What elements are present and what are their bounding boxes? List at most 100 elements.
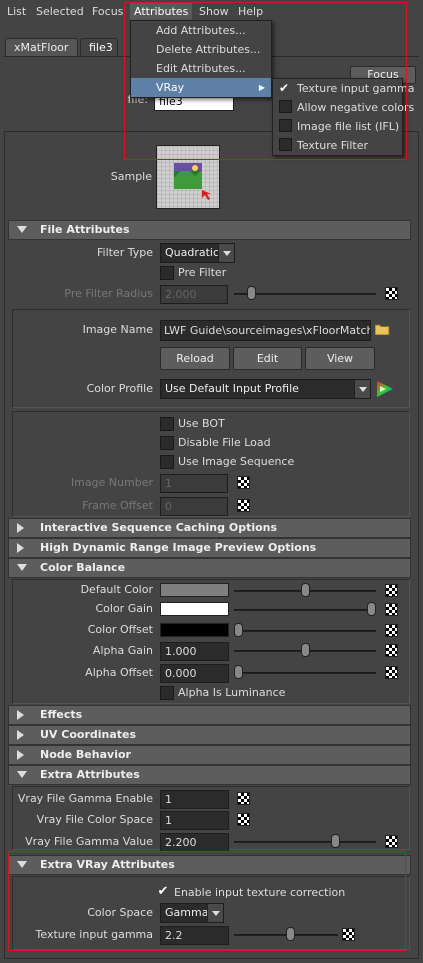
color-profile-value: Use Default Input Profile (165, 382, 299, 395)
submenu-item-image-file-list[interactable]: Image file list (IFL) (273, 117, 402, 136)
vray-file-gamma-value-slider[interactable] (234, 841, 376, 843)
enable-correction-checkbox[interactable]: ✔ (156, 885, 170, 899)
menu-item-add-attributes[interactable]: Add Attributes... (131, 21, 271, 40)
vray-file-gamma-enable-label: Vray File Gamma Enable (17, 792, 153, 805)
collapse-arrow-icon (17, 771, 27, 778)
menu-attributes[interactable]: Attributes (130, 3, 193, 20)
tab-xmatfloor[interactable]: xMatFloor (5, 38, 78, 56)
section-title: High Dynamic Range Image Preview Options (40, 541, 317, 554)
menu-item-vray[interactable]: VRay ▶ (131, 78, 271, 97)
vray-file-gamma-value-field[interactable]: 2.200 (160, 833, 229, 852)
alpha-gain-map-icon[interactable] (385, 644, 398, 657)
expand-arrow-icon (17, 730, 24, 740)
vray-file-color-space-field[interactable]: 1 (160, 811, 229, 830)
vray-file-gamma-value-slider-thumb[interactable] (331, 834, 341, 848)
pre-filter-radius-slider-thumb[interactable] (247, 286, 256, 300)
sample-image (174, 163, 211, 200)
submenu-item-texture-filter[interactable]: Texture Filter (273, 136, 402, 155)
section-title: UV Coordinates (40, 728, 137, 741)
color-management-icon[interactable] (375, 380, 395, 398)
expand-arrow-icon (17, 543, 24, 553)
submenu-item-label: Texture input gamma (297, 82, 415, 95)
tab-file3[interactable]: file3 (80, 38, 118, 56)
vray-file-gamma-enable-map-icon[interactable] (237, 792, 250, 805)
default-color-map-icon[interactable] (385, 584, 398, 597)
color-profile-dropdown[interactable]: Use Default Input Profile (160, 379, 371, 399)
alpha-offset-slider[interactable] (234, 672, 376, 674)
section-color-balance[interactable]: Color Balance (8, 558, 411, 578)
checkbox-icon (279, 100, 292, 113)
alpha-offset-field[interactable]: 0.000 (160, 664, 229, 683)
alpha-gain-slider-thumb[interactable] (300, 643, 310, 657)
attributes-menu: Add Attributes... Delete Attributes... E… (130, 20, 272, 98)
section-uv-coordinates[interactable]: UV Coordinates (8, 725, 411, 745)
use-bot-checkbox[interactable] (160, 417, 174, 431)
expand-arrow-icon (17, 710, 24, 720)
alpha-offset-slider-thumb[interactable] (234, 665, 243, 679)
color-offset-slider[interactable] (234, 630, 376, 632)
section-file-attributes[interactable]: File Attributes (8, 220, 411, 240)
texture-input-gamma-field[interactable]: 2.2 (160, 926, 229, 945)
reload-button[interactable]: Reload (160, 347, 230, 370)
texture-input-gamma-map-icon[interactable] (342, 928, 355, 941)
sample-swatch[interactable] (156, 145, 220, 209)
section-title: Node Behavior (40, 748, 131, 761)
vray-file-color-space-label: Vray File Color Space (36, 813, 153, 826)
color-offset-slider-thumb[interactable] (234, 623, 243, 637)
pre-filter-radius-field[interactable]: 2.000 (160, 285, 228, 304)
vray-file-gamma-value-map-icon[interactable] (385, 835, 398, 848)
frame-offset-map-icon[interactable] (237, 499, 250, 512)
use-image-sequence-checkbox[interactable] (160, 455, 174, 469)
section-extra-attributes[interactable]: Extra Attributes (8, 765, 411, 785)
alpha-is-luminance-checkbox[interactable] (160, 686, 174, 700)
section-title: Effects (40, 708, 83, 721)
image-name-field[interactable]: LWF Guide\sourceimages\xFloorMatch.jpg (160, 320, 371, 341)
alpha-gain-field[interactable]: 1.000 (160, 642, 229, 661)
section-interactive-caching[interactable]: Interactive Sequence Caching Options (8, 518, 411, 538)
section-node-behavior[interactable]: Node Behavior (8, 745, 411, 765)
menu-item-edit-attributes[interactable]: Edit Attributes... (131, 59, 271, 78)
color-offset-swatch[interactable] (160, 623, 229, 637)
section-extra-vray-attributes[interactable]: Extra VRay Attributes (8, 855, 411, 875)
menu-list[interactable]: List (3, 3, 30, 20)
frame-offset-field[interactable]: 0 (160, 497, 228, 516)
submenu-item-allow-negative-colors[interactable]: Allow negative colors (273, 98, 414, 117)
default-color-swatch[interactable] (160, 583, 229, 597)
disable-file-load-label: Disable File Load (178, 436, 271, 449)
default-color-slider-thumb[interactable] (300, 583, 310, 597)
texture-input-gamma-slider-thumb[interactable] (286, 927, 296, 941)
color-gain-swatch[interactable] (160, 602, 229, 616)
image-number-field[interactable]: 1 (160, 474, 228, 493)
collapse-arrow-icon (17, 861, 27, 868)
color-gain-map-icon[interactable] (385, 603, 398, 616)
vray-file-gamma-enable-field[interactable]: 1 (160, 790, 229, 809)
pre-filter-radius-map-icon[interactable] (385, 287, 398, 300)
alpha-offset-label: Alpha Offset (85, 666, 153, 679)
section-hdr-preview[interactable]: High Dynamic Range Image Preview Options (8, 538, 411, 558)
edit-button[interactable]: Edit (233, 347, 302, 370)
color-triangle-icon (377, 381, 393, 397)
menu-help[interactable]: Help (234, 3, 267, 20)
filter-type-dropdown[interactable]: Quadratic (160, 243, 235, 263)
alpha-offset-map-icon[interactable] (385, 666, 398, 679)
pre-filter-checkbox[interactable] (160, 266, 174, 280)
vray-color-space-dropdown[interactable]: Gamma (160, 903, 224, 923)
view-button[interactable]: View (305, 347, 375, 370)
color-gain-slider[interactable] (234, 609, 376, 611)
folder-icon-graphic (374, 324, 390, 336)
menu-selected[interactable]: Selected (32, 3, 88, 20)
image-number-map-icon[interactable] (237, 476, 250, 489)
menu-item-delete-attributes[interactable]: Delete Attributes... (131, 40, 271, 59)
menu-show[interactable]: Show (195, 3, 233, 20)
vray-file-color-space-map-icon[interactable] (237, 813, 250, 826)
checkbox-icon (279, 138, 292, 151)
expand-arrow-icon (17, 750, 24, 760)
use-bot-label: Use BOT (178, 417, 225, 430)
color-offset-map-icon[interactable] (385, 624, 398, 637)
submenu-item-texture-input-gamma[interactable]: ✔ Texture input gamma (273, 79, 414, 98)
section-effects[interactable]: Effects (8, 705, 411, 725)
folder-icon[interactable] (374, 323, 390, 336)
color-gain-slider-thumb[interactable] (367, 602, 376, 616)
menu-focus[interactable]: Focus (88, 3, 127, 20)
disable-file-load-checkbox[interactable] (160, 436, 174, 450)
